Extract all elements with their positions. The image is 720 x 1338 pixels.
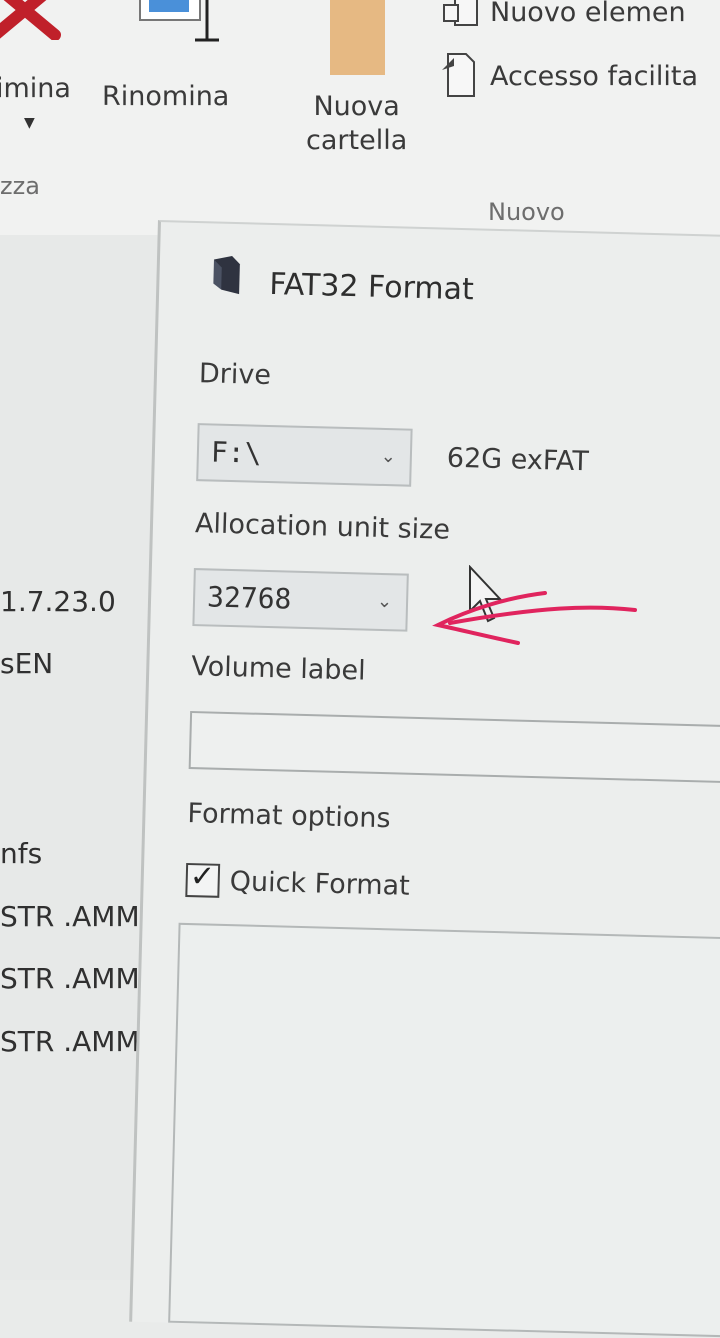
easy-access-icon[interactable]	[440, 50, 476, 100]
chevron-down-icon[interactable]: ⌄	[377, 591, 393, 612]
drive-label: Drive	[198, 358, 272, 392]
format-progress-area	[168, 922, 720, 1338]
volume-label-input[interactable]	[188, 711, 720, 784]
allocation-unit-size-select[interactable]: 32768 ⌄	[192, 568, 409, 632]
chevron-down-icon[interactable]: ⌄	[381, 446, 397, 467]
easy-access-button-label[interactable]: Accesso facilita	[490, 60, 698, 94]
rename-button-label[interactable]: Rinomina	[102, 80, 229, 114]
new-folder-button-label[interactable]: Nuova cartella	[306, 90, 407, 158]
list-item[interactable]: STR .AMM	[0, 900, 140, 933]
delete-button-label[interactable]: imina	[0, 72, 71, 106]
drive-select-value: F:\	[210, 435, 262, 470]
rename-icon[interactable]	[135, 0, 235, 50]
volume-label-label: Volume label	[190, 651, 366, 687]
new-folder-label-line2: cartella	[306, 124, 408, 156]
dialog-title: FAT32 Format	[268, 266, 475, 308]
new-item-icon[interactable]	[440, 0, 480, 30]
ribbon-group-new: Nuovo	[488, 198, 565, 226]
drive-select[interactable]: F:\ ⌄	[196, 423, 413, 487]
list-item[interactable]: STR .AMM	[0, 962, 140, 995]
ribbon-group-organize: zza	[0, 172, 40, 200]
drive-icon	[213, 255, 240, 295]
allocation-unit-size-value: 32768	[206, 580, 292, 616]
file-type-text: nfs	[0, 837, 43, 870]
chevron-down-icon[interactable]: ▼	[24, 115, 35, 131]
format-options-label: Format options	[187, 797, 391, 835]
explorer-ribbon: imina ▼ zza Rinomina Nuova cartella Nuov…	[0, 0, 720, 235]
drive-info-text: 62G exFAT	[446, 442, 590, 478]
new-folder-icon[interactable]	[330, 0, 385, 75]
file-lang-text: sEN	[0, 647, 54, 680]
new-folder-label-line1: Nuova	[313, 91, 400, 122]
quick-format-label[interactable]: Quick Format	[229, 866, 410, 902]
checkmark-icon: ✓	[189, 859, 216, 895]
red-arrow-annotation	[432, 591, 637, 645]
allocation-unit-size-label: Allocation unit size	[194, 508, 451, 546]
new-item-button-label[interactable]: Nuovo elemen	[490, 0, 686, 30]
delete-icon[interactable]	[0, 0, 70, 40]
fat32-format-dialog: FAT32 Format Drive F:\ ⌄ 62G exFAT Alloc…	[129, 220, 720, 1338]
quick-format-checkbox[interactable]: ✓	[185, 859, 221, 898]
list-item[interactable]: STR .AMM	[0, 1025, 140, 1058]
file-version-text: 1.7.23.0	[0, 585, 116, 618]
